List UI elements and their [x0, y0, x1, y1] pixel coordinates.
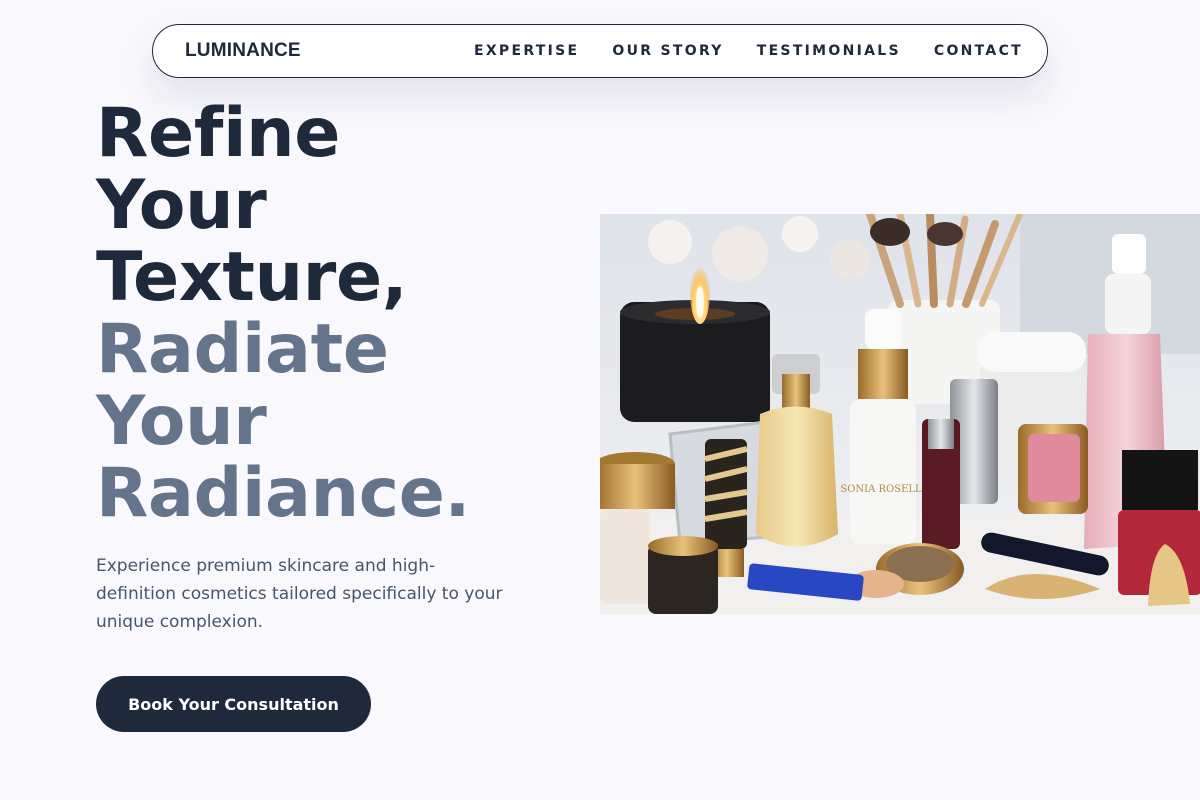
hero-title-accent-line: Your: [96, 382, 267, 461]
landing-page: LUMINANCE EXPERTISE OUR STORY TESTIMONIA…: [0, 0, 1200, 800]
nav-links: EXPERTISE OUR STORY TESTIMONIALS CONTACT: [474, 43, 1023, 59]
product-label: SONIA ROSELLI: [840, 484, 925, 495]
top-navigation: LUMINANCE EXPERTISE OUR STORY TESTIMONIA…: [152, 24, 1048, 78]
book-consultation-button[interactable]: Book Your Consultation: [96, 676, 371, 732]
hero-title-line: Texture,: [96, 238, 408, 317]
hero-title-accent-line: Radiate: [96, 310, 389, 389]
hero-image: SONIA ROSELLI: [600, 214, 1200, 614]
nav-link-our-story[interactable]: OUR STORY: [612, 43, 723, 59]
nav-link-contact[interactable]: CONTACT: [934, 43, 1023, 59]
brand-logo[interactable]: LUMINANCE: [185, 40, 301, 62]
hero-title-accent-line: Radiance.: [96, 454, 471, 533]
hero-subtitle: Experience premium skincare and high-def…: [96, 556, 503, 632]
hero-title-line: Your: [96, 166, 267, 245]
hero-title-line: Refine: [96, 94, 341, 173]
nav-link-expertise[interactable]: EXPERTISE: [474, 43, 579, 59]
hero-title: Refine Your Texture, Radiate Your Radian…: [96, 98, 470, 530]
nav-link-testimonials[interactable]: TESTIMONIALS: [757, 43, 901, 59]
